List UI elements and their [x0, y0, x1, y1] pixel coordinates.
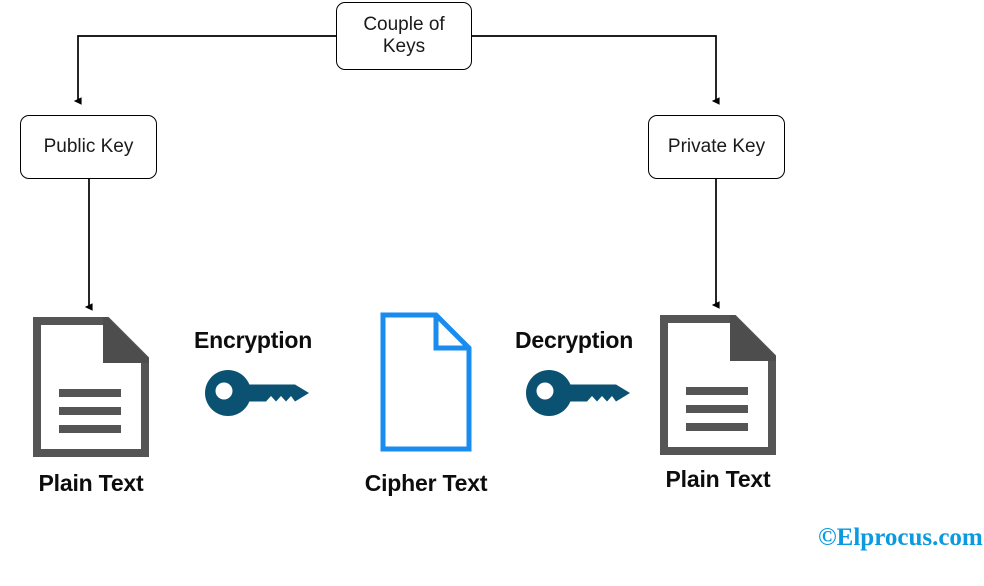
label-encryption: Encryption — [194, 327, 313, 353]
diagram-canvas: Couple of Keys Public Key Private Key Pl… — [0, 0, 984, 586]
document-icon-plain-text-left — [33, 317, 149, 457]
node-couple-of-keys[interactable]: Couple of Keys — [336, 2, 472, 70]
label-decryption: Decryption — [515, 327, 634, 353]
node-public-key[interactable]: Public Key — [20, 115, 157, 179]
edge-couple-to-private — [472, 35, 720, 105]
key-icon-decryption — [526, 370, 630, 416]
node-public-key-label: Public Key — [43, 135, 134, 157]
watermark-elprocus: ©Elprocus.com — [818, 524, 983, 551]
node-couple-of-keys-label: Couple of Keys — [363, 13, 445, 57]
connector-layer — [73, 35, 720, 311]
node-private-key[interactable]: Private Key — [648, 115, 785, 179]
caption-plain-text-right: Plain Text — [665, 466, 771, 492]
caption-cipher-text: Cipher Text — [364, 470, 488, 496]
document-icon-cipher-text — [380, 312, 472, 452]
node-private-key-label: Private Key — [667, 135, 766, 157]
key-icon-encryption — [205, 370, 309, 416]
edge-couple-to-public — [73, 35, 336, 105]
document-icon-plain-text-right — [660, 315, 776, 455]
caption-plain-text-left: Plain Text — [38, 470, 144, 496]
